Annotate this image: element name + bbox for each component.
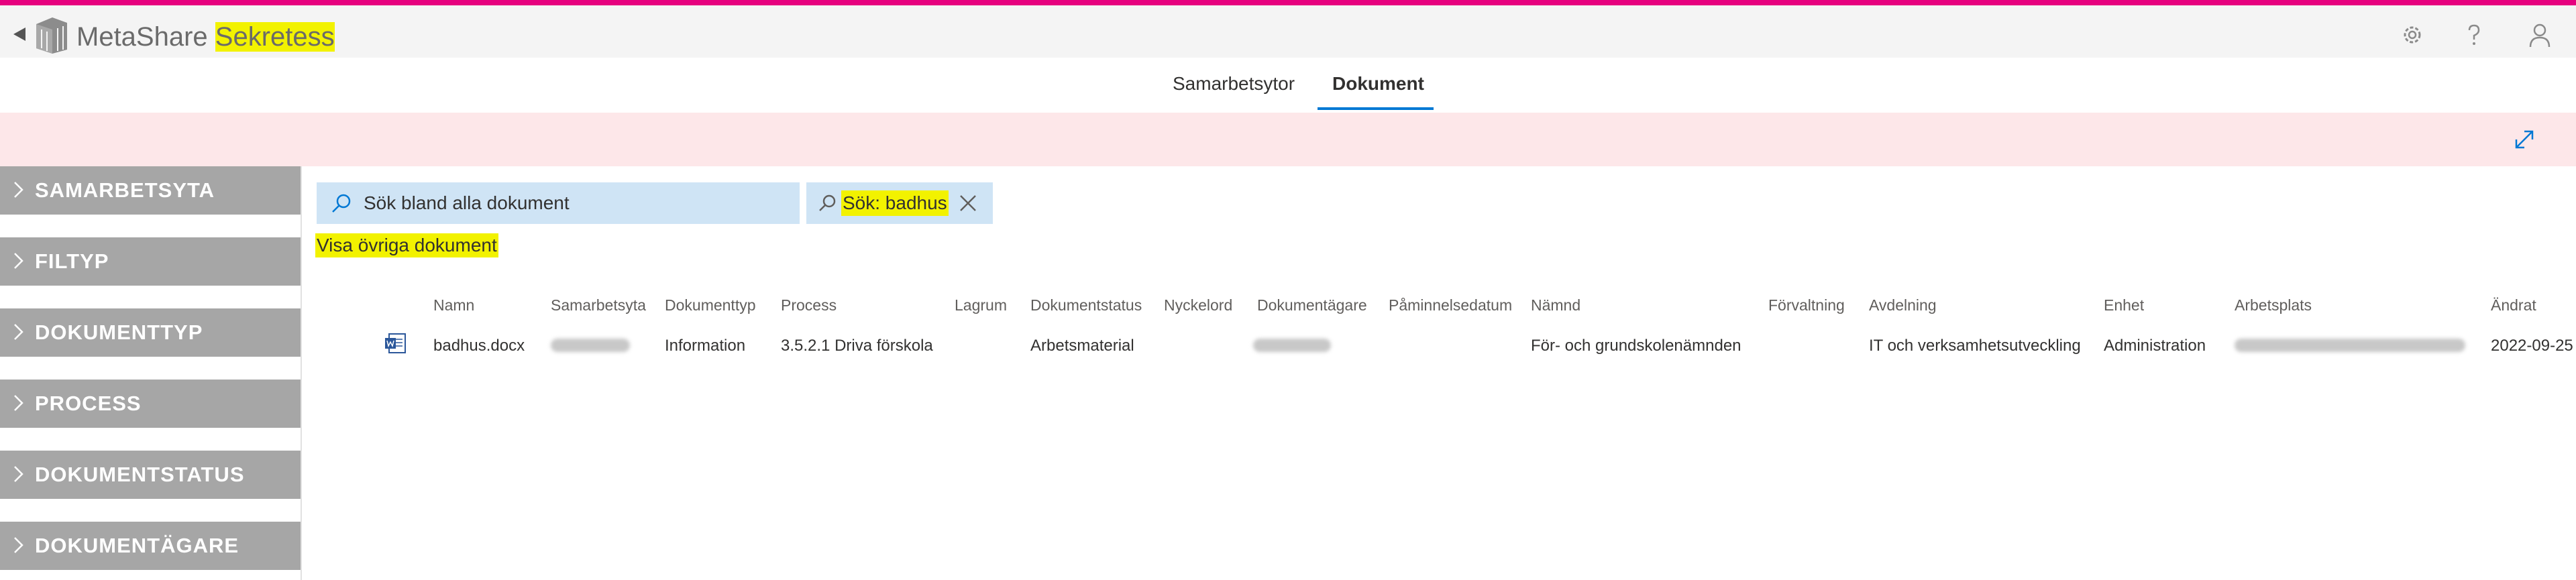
table-cell: Information	[665, 337, 746, 355]
chevron-right-icon	[14, 466, 23, 482]
show-other-documents-link[interactable]: Visa övriga dokument	[315, 233, 498, 257]
settings-icon[interactable]	[2399, 21, 2426, 48]
expand-icon[interactable]	[2512, 127, 2536, 152]
redacted-value	[2235, 339, 2465, 352]
app-name: MetaShare	[76, 22, 208, 52]
table-cell: Arbetsmaterial	[1030, 337, 1134, 355]
filter-label: FILTYP	[35, 249, 109, 273]
filter-label: DOKUMENTÄGARE	[35, 534, 239, 557]
redacted-value	[551, 339, 630, 352]
word-document-icon	[385, 333, 406, 353]
table-cell: 2022-09-25	[2491, 337, 2573, 355]
app-suffix: Sekretess	[215, 22, 335, 52]
column-header[interactable]: Ändrat	[2491, 295, 2536, 315]
column-header[interactable]: Dokumentstatus	[1030, 295, 1142, 315]
app-title: MetaShare Sekretess	[76, 20, 335, 54]
redacted-value	[1253, 339, 1331, 352]
user-icon[interactable]	[2526, 21, 2553, 48]
column-header[interactable]: Dokumentägare	[1257, 295, 1367, 315]
column-header[interactable]: Förvaltning	[1768, 295, 1845, 315]
filter-process[interactable]: PROCESS	[0, 380, 301, 428]
column-header[interactable]: Process	[781, 295, 837, 315]
filter-dokumenttyp[interactable]: DOKUMENTTYP	[0, 308, 301, 357]
column-header[interactable]: Lagrum	[955, 295, 1007, 315]
filter-label: SAMARBETSYTA	[35, 178, 215, 202]
document-name-link[interactable]: badhus.docx	[433, 335, 525, 357]
close-icon[interactable]	[957, 192, 979, 215]
search-filter-chip[interactable]: Sök: badhus	[806, 182, 993, 224]
filter-dokumentstatus[interactable]: DOKUMENTSTATUS	[0, 451, 301, 499]
filter-dokumentagare[interactable]: DOKUMENTÄGARE	[0, 522, 301, 570]
search-icon	[819, 194, 836, 211]
back-arrow-icon[interactable]	[13, 27, 25, 41]
tab-dokument[interactable]: Dokument	[1332, 72, 1424, 95]
top-accent-bar	[0, 0, 2576, 5]
column-header[interactable]: Avdelning	[1869, 295, 1937, 315]
column-header[interactable]: Nämnd	[1531, 295, 1580, 315]
top-navigation: Samarbetsytor Dokument	[0, 58, 2576, 113]
help-icon[interactable]	[2461, 21, 2487, 48]
filter-sidebar: SAMARBETSYTA FILTYP DOKUMENTTYP PROCESS …	[0, 166, 302, 580]
chevron-right-icon	[14, 324, 23, 340]
column-header[interactable]: Arbetsplats	[2235, 295, 2312, 315]
column-header[interactable]: Dokumenttyp	[665, 295, 756, 315]
chevron-right-icon	[14, 182, 23, 198]
filter-filtyp[interactable]: FILTYP	[0, 237, 301, 286]
filter-samarbetsyta[interactable]: SAMARBETSYTA	[0, 166, 301, 215]
document-search[interactable]	[317, 182, 800, 224]
column-header[interactable]: Enhet	[2104, 295, 2144, 315]
table-cell: 3.5.2.1 Driva förskola	[781, 337, 933, 355]
table-cell: Administration	[2104, 337, 2206, 355]
search-filter-label: Sök: badhus	[841, 190, 949, 216]
table-cell: IT och verksamhetsutveckling	[1869, 337, 2081, 355]
chevron-right-icon	[14, 395, 23, 411]
metashare-logo[interactable]	[32, 15, 71, 55]
app-header: MetaShare Sekretess	[0, 5, 2576, 58]
notice-banner	[0, 113, 2576, 166]
column-header[interactable]: Påminnelsedatum	[1389, 295, 1512, 315]
active-tab-indicator	[1318, 107, 1434, 110]
filter-label: DOKUMENTTYP	[35, 321, 203, 344]
column-header[interactable]: Nyckelord	[1164, 295, 1232, 315]
filter-label: DOKUMENTSTATUS	[35, 463, 245, 486]
filter-label: PROCESS	[35, 392, 142, 415]
search-input[interactable]	[364, 189, 786, 217]
chevron-right-icon	[14, 537, 23, 553]
tab-samarbetsytor[interactable]: Samarbetsytor	[1173, 72, 1295, 95]
chevron-right-icon	[14, 253, 23, 269]
column-header[interactable]: Namn	[433, 295, 474, 315]
table-cell: För- och grundskolenämnden	[1531, 337, 1741, 355]
search-icon	[332, 194, 351, 213]
column-header[interactable]: Samarbetsyta	[551, 295, 646, 315]
